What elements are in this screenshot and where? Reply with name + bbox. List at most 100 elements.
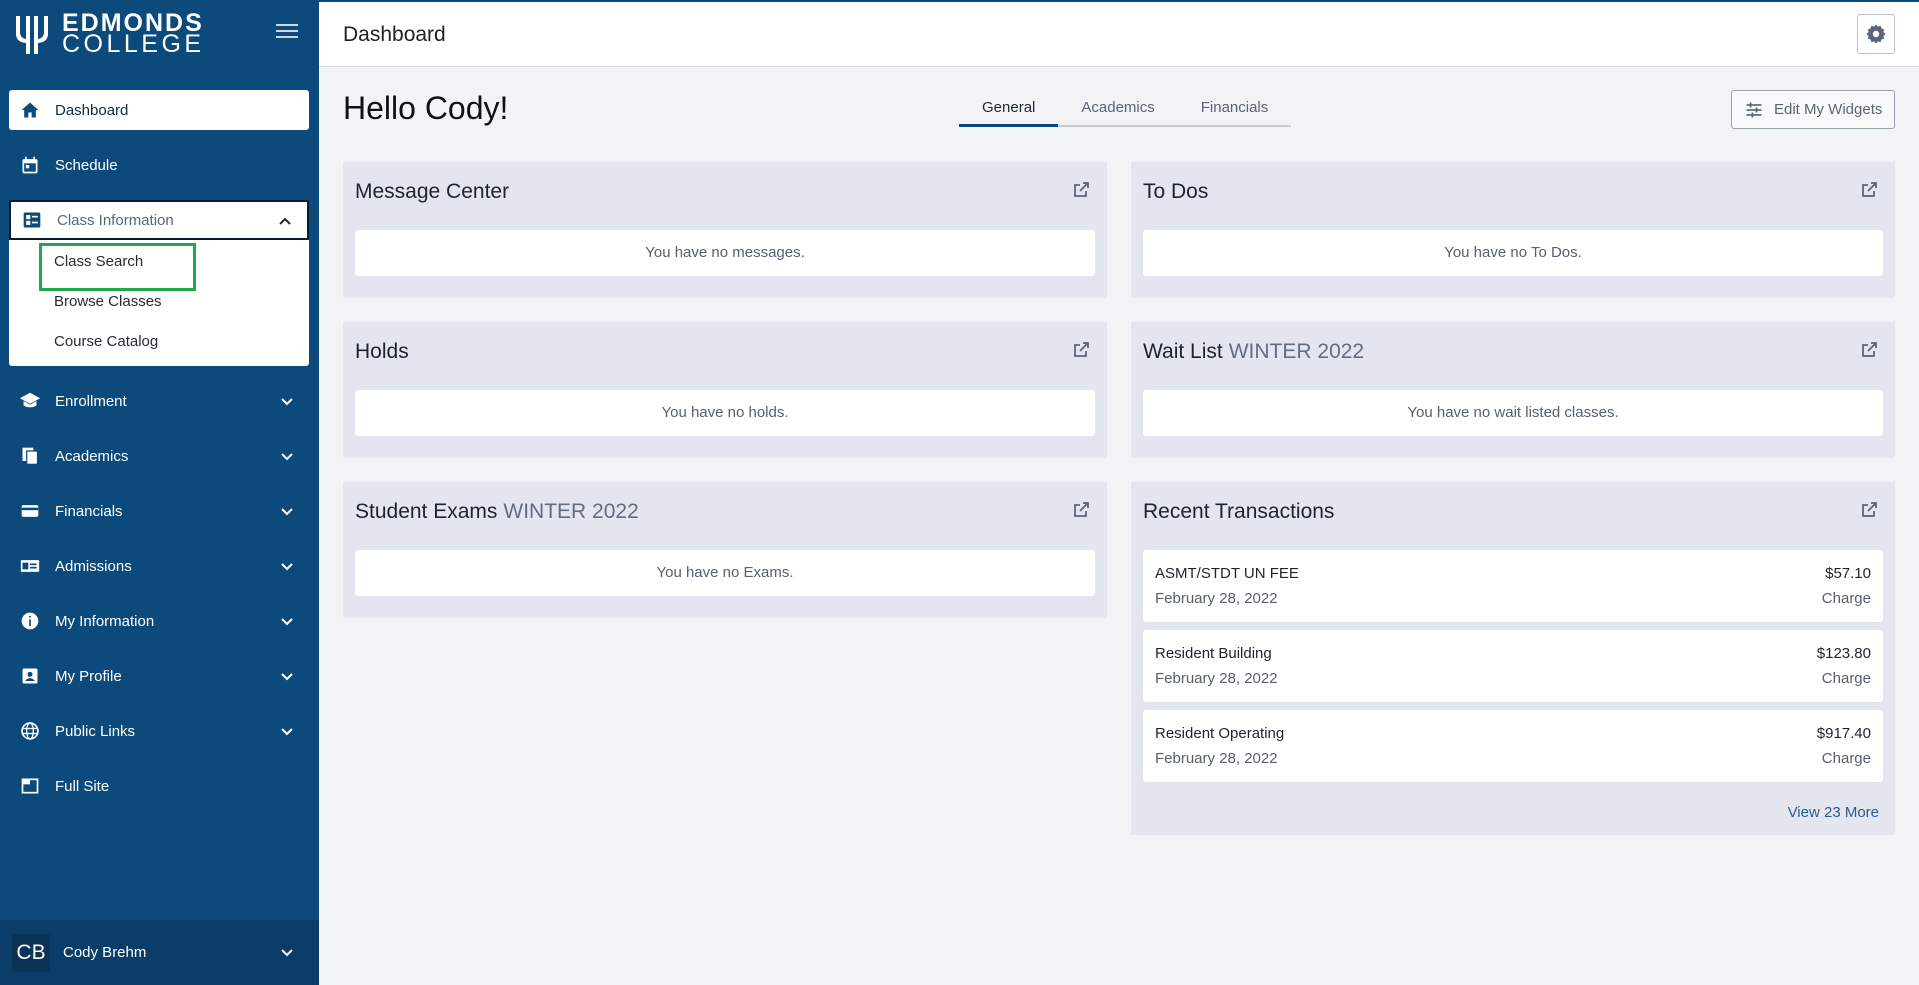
sidebar-item-label: Academics [55, 447, 129, 465]
sidebar-item-label: My Profile [55, 667, 122, 685]
home-icon [19, 99, 41, 121]
tab-general[interactable]: General [959, 89, 1059, 127]
college-wordmark: EDMONDS COLLEGE [62, 11, 205, 58]
widget-title-text: Student Exams [355, 500, 498, 523]
widget-title: Message Center [355, 180, 510, 203]
greeting: Hello Cody! [343, 90, 509, 126]
chevron-down-icon [281, 453, 293, 461]
term-label: WINTER 2022 [1228, 340, 1365, 363]
transaction-row[interactable]: ASMT/STDT UN FEE February 28, 2022 $57.1… [1143, 550, 1883, 622]
empty-message: You have no Exams. [355, 550, 1095, 596]
widget-title: To Dos [1143, 180, 1209, 203]
transaction-date: February 28, 2022 [1155, 750, 1278, 767]
sidebar-nav: Dashboard Schedule Class Information Cla… [9, 90, 309, 821]
top-header: Dashboard [319, 0, 1919, 67]
chevron-down-icon [281, 728, 293, 736]
settings-button[interactable] [1857, 14, 1895, 54]
edit-widgets-button[interactable]: Edit My Widgets [1731, 90, 1895, 129]
tab-academics[interactable]: Academics [1058, 89, 1177, 125]
sidebar: EDMONDS COLLEGE Dashboard Schedule Class… [0, 0, 319, 985]
edit-widgets-label: Edit My Widgets [1774, 101, 1883, 118]
transaction-amount: $917.40 [1816, 725, 1871, 742]
class-info-icon [21, 209, 43, 231]
external-link-icon[interactable] [1859, 500, 1879, 520]
sidebar-item-financials[interactable]: Financials [9, 491, 309, 531]
chevron-down-icon [281, 949, 293, 957]
info-icon [19, 610, 41, 632]
dashboard-tabs: General Academics Financials [959, 89, 1292, 127]
tab-financials[interactable]: Financials [1178, 89, 1292, 125]
wait-list-widget: Wait List WINTER 2022 You have no wait li… [1131, 322, 1895, 458]
credit-card-icon [19, 500, 41, 522]
sidebar-item-enrollment[interactable]: Enrollment [9, 381, 309, 421]
user-menu[interactable]: CB Cody Brehm [0, 920, 319, 985]
student-exams-widget: Student Exams WINTER 2022 You have no Exa… [343, 482, 1107, 618]
submenu-item-browse-classes[interactable]: Browse Classes [9, 282, 309, 322]
brand-line2: COLLEGE [62, 30, 205, 58]
sidebar-item-admissions[interactable]: Admissions [9, 546, 309, 586]
empty-message: You have no wait listed classes. [1143, 390, 1883, 436]
chevron-down-icon [281, 398, 293, 406]
submenu-item-course-catalog[interactable]: Course Catalog [9, 322, 309, 362]
class-information-submenu: Class Search Browse Classes Course Catal… [9, 240, 309, 366]
sidebar-item-label: My Information [55, 612, 155, 630]
transaction-type: Charge [1821, 670, 1871, 687]
sidebar-item-dashboard[interactable]: Dashboard [9, 90, 309, 130]
submenu-item-class-search[interactable]: Class Search [9, 242, 309, 291]
external-link-icon[interactable] [1071, 340, 1091, 360]
menu-toggle-icon[interactable] [276, 24, 298, 42]
college-logo[interactable]: EDMONDS COLLEGE [12, 11, 205, 58]
external-link-icon[interactable] [1071, 180, 1091, 200]
empty-message: You have no To Dos. [1143, 230, 1883, 276]
external-link-icon[interactable] [1859, 180, 1879, 200]
sidebar-item-label: Dashboard [55, 101, 129, 119]
sidebar-item-label: Financials [55, 502, 123, 520]
window-icon [19, 775, 41, 797]
external-link-icon[interactable] [1071, 500, 1091, 520]
transaction-row[interactable]: Resident Building February 28, 2022 $123… [1143, 630, 1883, 702]
sidebar-item-class-information[interactable]: Class Information [9, 200, 309, 240]
sidebar-item-academics[interactable]: Academics [9, 436, 309, 476]
transaction-row[interactable]: Resident Operating February 28, 2022 $91… [1143, 710, 1883, 782]
sidebar-item-label: Schedule [55, 156, 118, 174]
transaction-amount: $123.80 [1816, 645, 1871, 662]
todos-widget: To Dos You have no To Dos. [1131, 162, 1895, 298]
sidebar-item-label: Public Links [55, 722, 136, 740]
external-link-icon[interactable] [1859, 340, 1879, 360]
sidebar-item-label: Full Site [55, 777, 110, 795]
trident-logo-icon [16, 16, 48, 54]
chevron-up-icon [279, 217, 291, 225]
sidebar-item-my-profile[interactable]: My Profile [9, 656, 309, 696]
transaction-amount: $57.10 [1825, 565, 1871, 582]
globe-icon [19, 720, 41, 742]
profile-icon [19, 665, 41, 687]
widget-title: Student Exams WINTER 2022 [355, 500, 639, 524]
sidebar-item-my-information[interactable]: My Information [9, 601, 309, 641]
empty-message: You have no messages. [355, 230, 1095, 276]
sidebar-item-label: Class Information [57, 211, 174, 229]
gear-icon [1866, 24, 1886, 44]
view-more-link[interactable]: View 23 More [1788, 804, 1879, 821]
message-center-widget: Message Center You have no messages. [343, 162, 1107, 298]
transaction-name: ASMT/STDT UN FEE [1155, 565, 1299, 582]
documents-icon [19, 445, 41, 467]
chevron-down-icon [281, 618, 293, 626]
holds-widget: Holds You have no holds. [343, 322, 1107, 458]
sidebar-item-public-links[interactable]: Public Links [9, 711, 309, 751]
widget-title: Wait List WINTER 2022 [1143, 340, 1364, 364]
sidebar-item-schedule[interactable]: Schedule [9, 145, 309, 185]
chevron-down-icon [281, 673, 293, 681]
sidebar-item-full-site[interactable]: Full Site [9, 766, 309, 806]
sidebar-item-label: Admissions [55, 557, 132, 575]
avatar: CB [12, 933, 50, 972]
sidebar-item-label: Enrollment [55, 392, 127, 410]
empty-message: You have no holds. [355, 390, 1095, 436]
chevron-down-icon [281, 563, 293, 571]
sliders-icon [1746, 102, 1762, 117]
transaction-date: February 28, 2022 [1155, 670, 1278, 687]
transaction-date: February 28, 2022 [1155, 590, 1278, 607]
page-title: Dashboard [343, 23, 446, 46]
calendar-icon [19, 154, 41, 176]
chevron-down-icon [281, 508, 293, 516]
transaction-name: Resident Operating [1155, 725, 1285, 742]
